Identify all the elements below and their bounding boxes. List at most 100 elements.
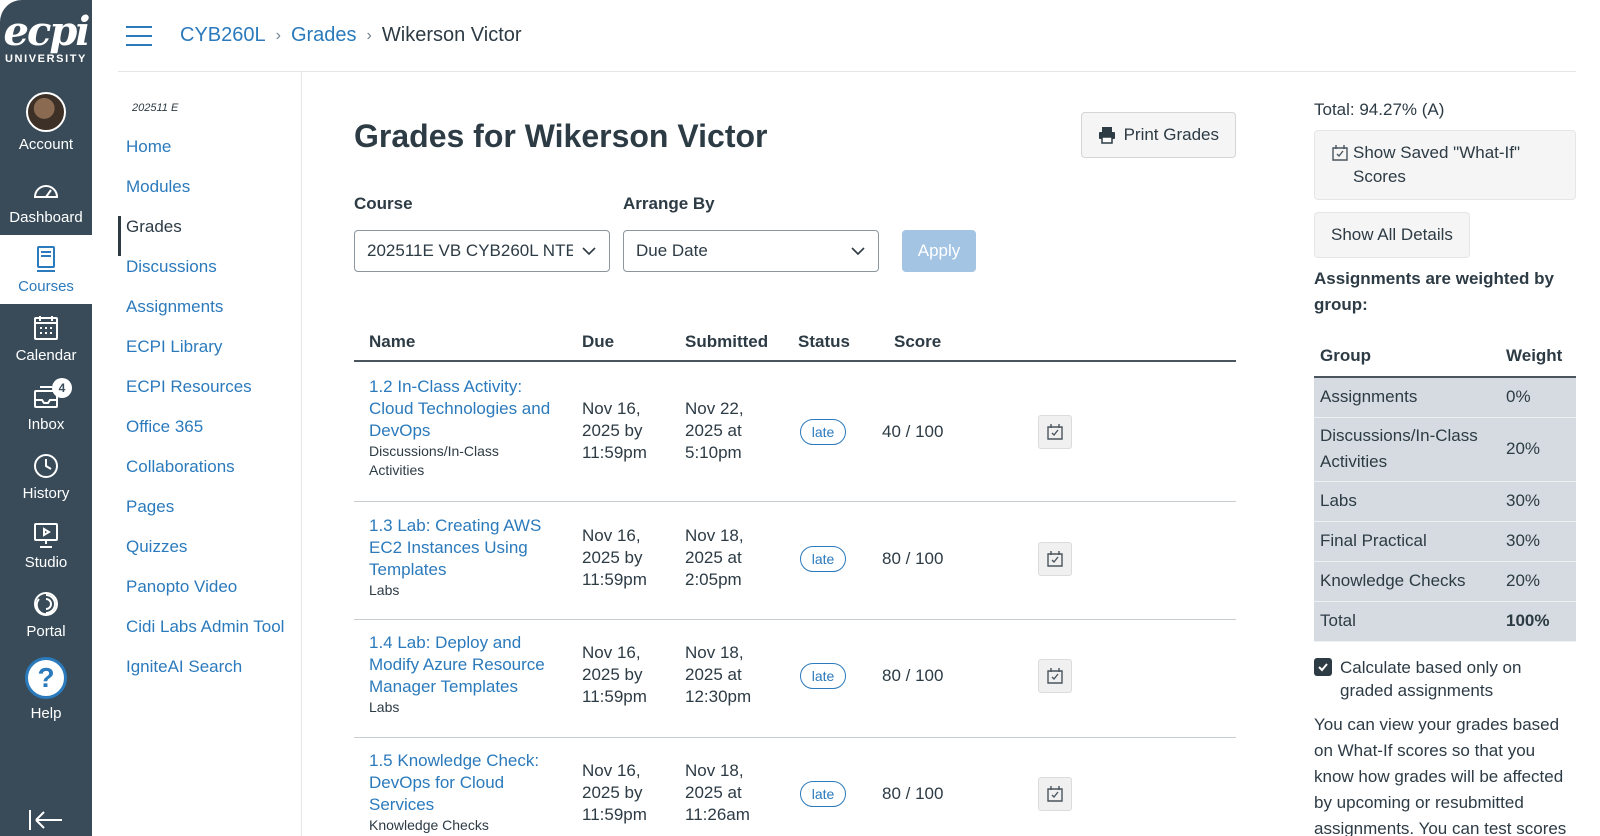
score: 80 / 100	[882, 549, 944, 568]
global-nav-inbox[interactable]: 4 Inbox	[0, 373, 92, 442]
course-nav-ecpi-resources[interactable]: ECPI Resources	[118, 376, 301, 416]
chevron-right-icon: ›	[275, 26, 281, 44]
course-term: 202511 E	[132, 102, 179, 114]
weight-col-group: Group	[1314, 336, 1500, 378]
ecpi-logo[interactable]: ecpi UNIVERSITY	[0, 0, 92, 78]
global-nav-label: Account	[18, 135, 74, 153]
assignment-cell: 1.2 In-Class Activity: Cloud Technologies…	[369, 376, 574, 480]
course-nav-discussions[interactable]: Discussions	[118, 256, 301, 296]
global-nav-portal[interactable]: Portal	[0, 580, 92, 649]
weighted-title: Assignments are weighted by group:	[1314, 269, 1554, 314]
course-select-label: Course	[354, 194, 413, 213]
global-nav-label: Courses	[18, 278, 74, 295]
arrange-by-select[interactable]: Due Date	[623, 230, 879, 272]
course-nav-pages[interactable]: Pages	[118, 496, 301, 536]
course-nav: 202511 E Home Modules Grades Discussions…	[118, 72, 302, 836]
assignment-link[interactable]: 1.3 Lab: Creating AWS EC2 Instances Using…	[369, 515, 574, 581]
course-nav-cidi-labs[interactable]: Cidi Labs Admin Tool	[118, 616, 301, 656]
col-score[interactable]: Score	[894, 332, 941, 352]
calendar-icon	[34, 316, 58, 340]
global-nav-label: Portal	[26, 623, 66, 640]
whatif-score-button[interactable]	[1038, 542, 1072, 576]
course-nav-quizzes[interactable]: Quizzes	[118, 536, 301, 576]
weight-group: Labs	[1314, 481, 1500, 522]
global-nav-courses[interactable]: Courses	[0, 235, 92, 304]
weight-group: Total	[1314, 601, 1500, 642]
weight-row: Knowledge Checks 20%	[1314, 561, 1576, 602]
course-nav-home[interactable]: Home	[118, 136, 301, 176]
checkbox-checked-icon[interactable]	[1314, 657, 1332, 676]
global-nav-studio[interactable]: Studio	[0, 511, 92, 580]
due-date: Nov 16, 2025 by 11:59pm	[582, 399, 647, 462]
print-grades-button[interactable]: Print Grades	[1080, 112, 1236, 158]
inbox-badge: 4	[52, 378, 72, 398]
weight-group: Assignments	[1314, 377, 1500, 418]
col-name[interactable]: Name	[369, 332, 415, 352]
course-nav-office-365[interactable]: Office 365	[118, 416, 301, 456]
show-all-details-button[interactable]: Show All Details	[1314, 212, 1470, 258]
collapse-nav-icon[interactable]	[28, 808, 64, 832]
breadcrumb: CYB260L › Grades › Wikerson Victor	[180, 24, 522, 47]
global-nav-dashboard[interactable]: Dashboard	[0, 166, 92, 235]
submitted-date: Nov 18, 2025 at 12:30pm	[685, 643, 752, 706]
course-nav-grades[interactable]: Grades	[118, 216, 301, 256]
score: 80 / 100	[882, 666, 944, 685]
course-nav-collaborations[interactable]: Collaborations	[118, 456, 301, 496]
course-nav-assignments[interactable]: Assignments	[118, 296, 301, 336]
chevron-down-icon	[851, 247, 865, 256]
assignment-link[interactable]: 1.2 In-Class Activity: Cloud Technologies…	[369, 376, 574, 442]
course-nav-panopto-video[interactable]: Panopto Video	[118, 576, 301, 616]
assignment-link[interactable]: 1.5 Knowledge Check: DevOps for Cloud Serv…	[369, 750, 574, 816]
breadcrumb-course[interactable]: CYB260L	[180, 24, 266, 47]
dashboard-icon	[33, 185, 59, 198]
chevron-down-icon	[582, 247, 596, 256]
grades-main: Grades for Wikerson Victor Print Grades …	[354, 72, 1236, 836]
whatif-score-button[interactable]	[1038, 659, 1072, 693]
course-select[interactable]: 202511E VB CYB260L NTE	[354, 230, 610, 272]
due-date: Nov 16, 2025 by 11:59pm	[582, 643, 647, 706]
whatif-icon	[1047, 551, 1063, 567]
assignment-group: Labs	[369, 699, 400, 715]
course-nav-modules[interactable]: Modules	[118, 176, 301, 216]
course-nav-igniteai-search[interactable]: IgniteAI Search	[118, 656, 301, 696]
global-nav-label: Studio	[24, 554, 68, 571]
weight-value: 20%	[1500, 417, 1576, 482]
course-nav-ecpi-library[interactable]: ECPI Library	[118, 336, 301, 376]
show-saved-whatif-button[interactable]: Show Saved "What-If" Scores	[1314, 130, 1576, 200]
weight-table: Group Weight Assignments 0% Discussions/I…	[1314, 336, 1576, 642]
calculate-graded-only[interactable]: Calculate based only on graded assignmen…	[1314, 656, 1576, 702]
grades-sidebar: Total: 94.27% (A) Show Saved "What-If" S…	[1314, 72, 1576, 836]
weight-value: 20%	[1500, 561, 1576, 602]
arrange-by-label: Arrange By	[623, 194, 715, 213]
calculate-graded-only-label: Calculate based only on graded assignmen…	[1340, 657, 1522, 700]
assignment-cell: 1.3 Lab: Creating AWS EC2 Instances Using…	[369, 515, 574, 600]
breadcrumb-grades[interactable]: Grades	[291, 24, 357, 47]
whatif-score-button[interactable]	[1038, 415, 1072, 449]
whatif-score-button[interactable]	[1038, 777, 1072, 811]
col-status[interactable]: Status	[798, 332, 850, 352]
assignment-cell: 1.5 Knowledge Check: DevOps for Cloud Serv…	[369, 750, 574, 835]
assignment-link[interactable]: 1.4 Lab: Deploy and Modify Azure Resource…	[369, 632, 574, 698]
global-nav-calendar[interactable]: Calendar	[0, 304, 92, 373]
col-submitted[interactable]: Submitted	[685, 332, 768, 352]
help-icon: ?	[25, 656, 67, 699]
printer-icon	[1098, 127, 1115, 144]
table-row: 1.3 Lab: Creating AWS EC2 Instances Using…	[354, 503, 1236, 620]
submitted-date: Nov 22, 2025 at 5:10pm	[685, 399, 744, 462]
global-nav-label: History	[22, 485, 70, 502]
hamburger-menu-icon[interactable]	[126, 25, 152, 46]
table-row: 1.5 Knowledge Check: DevOps for Cloud Serv…	[354, 739, 1236, 836]
total-grade: Total: 94.27% (A)	[1314, 100, 1445, 119]
col-due[interactable]: Due	[582, 332, 614, 352]
weight-group: Knowledge Checks	[1314, 561, 1500, 602]
global-nav-help[interactable]: ? Help	[0, 649, 92, 729]
submitted-date: Nov 18, 2025 at 11:26am	[685, 761, 750, 824]
status-badge: late	[800, 419, 846, 445]
avatar	[26, 91, 66, 132]
global-nav-history[interactable]: History	[0, 442, 92, 511]
apply-button[interactable]: Apply	[902, 230, 976, 272]
arrange-by-value: Due Date	[636, 241, 708, 260]
score: 40 / 100	[882, 422, 944, 441]
global-nav-account[interactable]: Account	[0, 78, 92, 166]
assignment-group: Knowledge Checks	[369, 817, 489, 833]
